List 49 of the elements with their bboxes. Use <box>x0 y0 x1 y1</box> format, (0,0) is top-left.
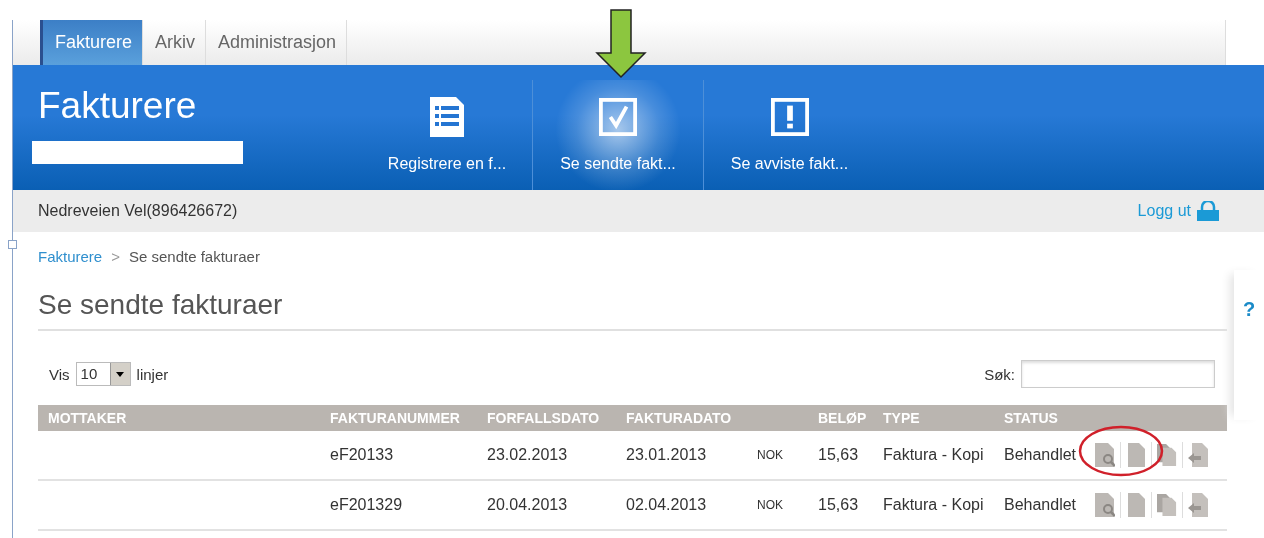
document-export-icon[interactable] <box>1188 493 1208 517</box>
tab[interactable]: Fakturere <box>40 20 144 65</box>
caret-icon <box>116 371 125 377</box>
table-cell-text: Faktura - Kopi <box>883 496 985 514</box>
document-list-icon <box>428 96 466 137</box>
table-cell-text: Behandlet <box>1004 496 1078 514</box>
breadcrumb-current: Se sendte fakturaer <box>128 248 260 265</box>
table-cell-text: 23.02.2013 <box>487 446 569 464</box>
table-cell-text: Behandlet <box>1004 446 1078 464</box>
table-cell-text: eF201329 <box>330 496 404 514</box>
copy-icon[interactable] <box>1157 493 1177 517</box>
show-label: Vis <box>49 365 70 383</box>
search-label: Søk: <box>984 365 1015 383</box>
table-cell-text: 02.04.2013 <box>626 496 708 514</box>
search-field[interactable] <box>1021 360 1215 388</box>
document-icon[interactable] <box>1126 493 1146 517</box>
column-header: MOTTAKER <box>47 410 128 426</box>
table-cell-text: 20.04.2013 <box>487 496 569 514</box>
user-name: Nedreveien Vel(896426672) <box>38 202 238 220</box>
column-header: TYPE <box>883 410 921 426</box>
page-size-select[interactable]: 10 <box>75 362 131 386</box>
breadcrumb-link[interactable]: Fakturere <box>38 248 103 265</box>
arrow-annotation <box>595 9 647 79</box>
table-cell-text: eF20133 <box>330 446 395 464</box>
checkbox-icon <box>599 96 637 137</box>
table-cell-text: 15,63 <box>818 496 860 514</box>
warning-icon <box>770 96 809 137</box>
page-title: Se sendte fakturaer <box>38 289 1227 331</box>
document-export-icon[interactable] <box>1188 443 1208 467</box>
lock-icon <box>1197 201 1219 221</box>
column-header: BELØP <box>818 410 868 426</box>
document-icon[interactable] <box>1126 443 1146 467</box>
breadcrumb-separator: > <box>111 248 120 265</box>
column-header: FAKTURANUMMER <box>330 410 461 426</box>
table-cell-text: Faktura - Kopi <box>883 446 985 464</box>
lines-label: linjer <box>136 365 169 383</box>
column-header: FORFALLSDATO <box>487 410 601 426</box>
section-title: Fakturere <box>38 85 198 127</box>
column-header: STATUS <box>1004 410 1059 426</box>
nav-button[interactable]: Se avviste fakt... <box>704 80 875 190</box>
table-cell-text: NOK <box>757 448 784 462</box>
document-search-icon[interactable] <box>1095 443 1115 467</box>
help-link[interactable]: ? <box>1243 298 1256 321</box>
copy-icon[interactable] <box>1157 443 1177 467</box>
column-header: FAKTURADATO <box>626 410 733 426</box>
table-cell-text: 23.01.2013 <box>626 446 708 464</box>
document-search-icon[interactable] <box>1095 493 1115 517</box>
table-cell-text: NOK <box>757 498 784 512</box>
table-cell-text: 15,63 <box>818 446 860 464</box>
